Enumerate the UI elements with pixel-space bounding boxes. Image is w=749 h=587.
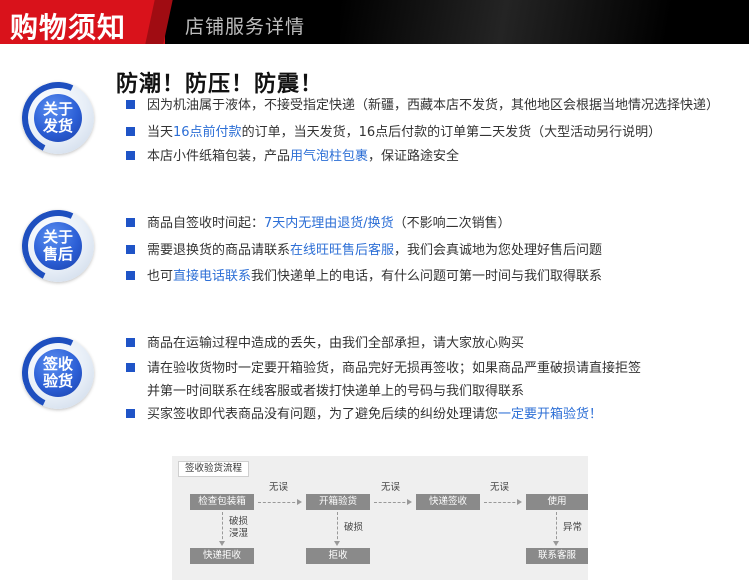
after-sales-line-3: 也可直接电话联系我们快递单上的电话，有什么问题可第一时间与我们取得联系 [126,268,602,286]
flow-box-courier-reject: 快递拒收 [190,548,254,564]
shipping-line-3: 本店小件纸箱包装，产品用气泡柱包裹，保证路途安全 [126,148,459,166]
inspection-line-3: 并第一时间联系在线客服或者拨打快递单上的号码与我们取得联系 [147,384,525,399]
flow-label-abnormal: 异常 [563,522,583,533]
after-sales-line-1: 商品自签收时间起：7天内无理由退货/换货（不影响二次销售） [126,215,511,233]
bullet-icon [126,127,135,136]
flow-box-contact-service: 联系客服 [526,548,588,564]
flow-arrow-right [484,499,522,505]
flow-arrow-down [553,512,559,546]
inspection-badge: 签收 验货 [11,326,105,420]
bullet-icon [126,338,135,347]
bullet-icon [126,100,135,109]
flow-arrow-down [334,512,340,546]
shipping-line-2: 当天16点前付款的订单，当天发货，16点后付款的订单第二天发货（大型活动另行说明… [126,124,661,142]
page-title: 购物须知 [10,11,127,44]
header-bar: 购物须知 店铺服务详情 [0,0,749,44]
flow-arrow-right [374,499,412,505]
after-sales-line-2: 需要退换货的商品请联系在线旺旺售后客服，我们会真诚地为您处理好售后问题 [126,242,602,260]
bullet-icon [126,363,135,372]
flow-label-ok-3: 无误 [490,482,510,493]
inspection-line-2: 请在验收货物时一定要开箱验货，商品完好无损再签收；如果商品严重破损请直接拒签 [126,360,641,378]
header-decoration [340,0,749,44]
shipping-headline: 防潮！防压！防震！ [116,72,324,97]
flow-box-reject: 拒收 [306,548,370,564]
inspection-flowchart: 签收验货流程 检查包装箱 开箱验货 快递签收 使用 快递拒收 拒收 联系客服 无… [172,456,588,580]
flow-label-ok-2: 无误 [381,482,401,493]
flow-box-open-inspect: 开箱验货 [306,494,370,510]
bullet-icon [126,409,135,418]
bullet-icon [126,245,135,254]
flow-box-use: 使用 [526,494,588,510]
bullet-icon [126,151,135,160]
after-sales-badge-text: 关于 售后 [34,222,82,270]
shipping-badge: 关于 发货 [11,71,105,165]
flow-label-damaged-wet: 破损 浸湿 [229,516,249,539]
flow-box-check-package: 检查包装箱 [190,494,254,510]
flow-box-courier-sign: 快递签收 [416,494,480,510]
after-sales-badge: 关于 售后 [11,199,105,293]
page-subtitle: 店铺服务详情 [185,16,306,38]
flow-label-ok-1: 无误 [269,482,289,493]
inspection-line-4: 买家签收即代表商品没有问题，为了避免后续的纠纷处理请您一定要开箱验货！ [126,406,602,424]
shipping-badge-text: 关于 发货 [34,94,82,142]
flow-arrow-down [219,512,225,546]
bullet-icon [126,218,135,227]
flowchart-title: 签收验货流程 [178,461,250,477]
inspection-badge-text: 签收 验货 [34,349,82,397]
bullet-icon [126,271,135,280]
shipping-line-1: 因为机油属于液体，不接受指定快递（新疆，西藏本店不发货，其他地区会根据当地情况选… [126,97,719,115]
flow-arrow-right [258,499,302,505]
inspection-line-1: 商品在运输过程中造成的丢失，由我们全部承担，请大家放心购买 [126,335,524,353]
flow-label-damaged: 破损 [344,522,364,533]
